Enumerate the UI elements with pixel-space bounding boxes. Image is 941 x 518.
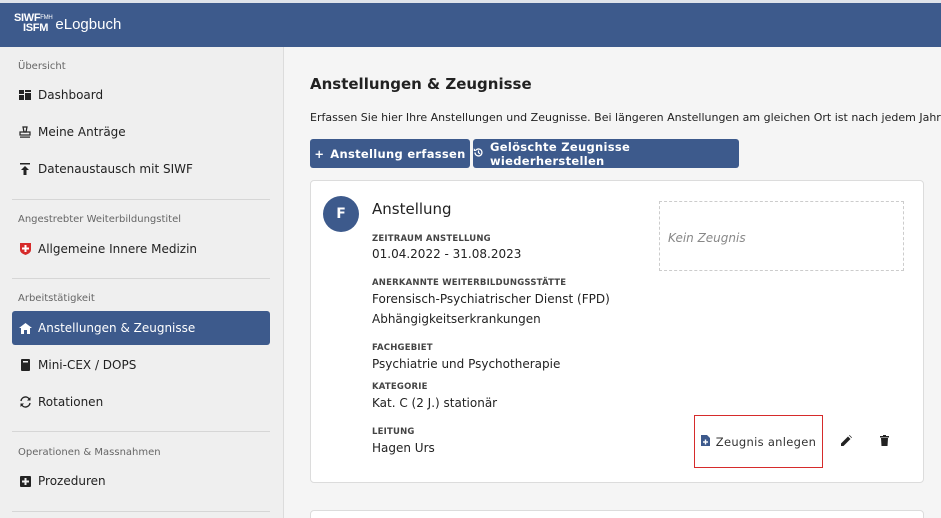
delete-icon[interactable] — [880, 435, 889, 449]
period-label: Zeitraum Anstellung — [372, 234, 491, 244]
sidebar-item-antraege[interactable]: Meine Anträge — [12, 115, 270, 149]
field-value: Psychiatrie und Psychotherapie — [372, 357, 561, 371]
field-label: Fachgebiet — [372, 343, 433, 353]
app-name: eLogbuch — [55, 16, 122, 33]
employment-card: F Anstellung Zeitraum Anstellung 01.04.2… — [310, 180, 924, 483]
page-title: Anstellungen & Zeugnisse — [310, 75, 532, 93]
sidebar: Übersicht Dashboard Meine Anträge Datena… — [0, 47, 284, 518]
edit-icon[interactable] — [841, 435, 852, 449]
sidebar-item-rotationen[interactable]: Rotationen — [12, 385, 270, 419]
sidebar-divider — [12, 431, 270, 432]
stamp-icon — [18, 126, 32, 138]
main-content: Anstellungen & Zeugnisse Erfassen Sie hi… — [285, 47, 941, 518]
siwf-logo[interactable]: SIWFFMH ISFM eLogbuch — [14, 12, 122, 34]
sidebar-item-innere-medizin[interactable]: Allgemeine Innere Medizin — [12, 232, 270, 266]
section-title-weiterbildungstitel: Angestrebter Weiterbildungstitel — [18, 214, 182, 225]
section-title-operationen: Operationen & Massnahmen — [18, 447, 161, 458]
history-icon — [473, 147, 484, 161]
plus-icon: + — [314, 146, 325, 161]
logo-mark: SIWFFMH ISFM — [14, 12, 53, 34]
upload-icon — [18, 163, 32, 175]
create-certificate-button[interactable]: Zeugnis anlegen — [694, 415, 823, 468]
sidebar-divider — [12, 199, 270, 200]
no-certificate-placeholder: Kein Zeugnis — [659, 201, 904, 271]
site-value-line1: Forensisch-Psychiatrischer Dienst (FPD) — [372, 292, 610, 306]
page-description: Erfassen Sie hier Ihre Anstellungen und … — [310, 111, 941, 124]
site-label: Anerkannte Weiterbildungsstätte — [372, 278, 567, 288]
file-plus-icon — [700, 434, 710, 449]
sidebar-divider — [12, 278, 270, 279]
lead-label: Leitung — [372, 427, 415, 437]
restore-certificates-button[interactable]: Gelöschte Zeugnisse wiederherstellen — [473, 139, 739, 168]
sidebar-divider — [12, 511, 270, 512]
book-icon — [18, 359, 32, 371]
rotate-icon — [18, 396, 32, 408]
add-employment-button[interactable]: + Anstellung erfassen — [310, 139, 470, 168]
swiss-cross-icon — [18, 243, 32, 255]
sidebar-item-prozeduren[interactable]: Prozeduren — [12, 464, 270, 498]
dashboard-icon — [18, 90, 32, 100]
site-value-line2: Abhängigkeitserkrankungen — [372, 312, 541, 326]
section-title-arbeitstaetigkeit: Arbeitstätigkeit — [18, 293, 95, 304]
sidebar-item-dashboard[interactable]: Dashboard — [12, 78, 270, 112]
section-title-overview: Übersicht — [18, 61, 66, 72]
house-icon — [18, 322, 32, 334]
plus-box-icon — [18, 475, 32, 487]
category-value: Kat. C (2 J.) stationär — [372, 396, 498, 410]
card-title: Anstellung — [372, 200, 452, 218]
period-value: 01.04.2022 - 31.08.2023 — [372, 247, 522, 261]
sidebar-item-mini-cex[interactable]: Mini-CEX / DOPS — [12, 348, 270, 382]
top-bar: SIWFFMH ISFM eLogbuch — [0, 0, 941, 47]
avatar: F — [323, 196, 359, 232]
category-label: Kategorie — [372, 382, 428, 392]
employment-card — [310, 510, 924, 518]
sidebar-item-datenaustausch[interactable]: Datenaustausch mit SIWF — [12, 152, 270, 186]
lead-value: Hagen Urs — [372, 441, 435, 455]
sidebar-item-anstellungen[interactable]: Anstellungen & Zeugnisse — [12, 311, 270, 345]
